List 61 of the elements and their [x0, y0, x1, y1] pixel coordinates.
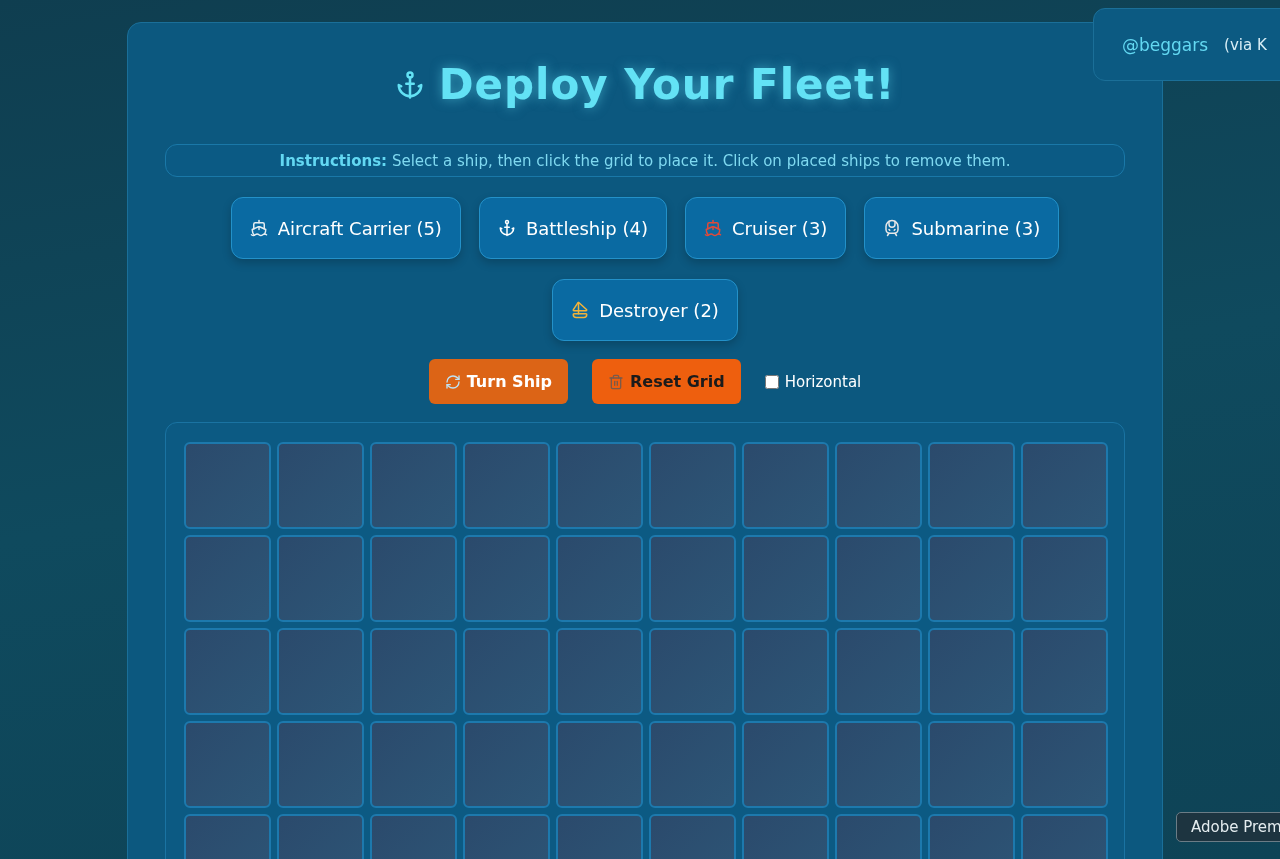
grid-cell[interactable] [928, 535, 1015, 622]
grid-cell[interactable] [742, 442, 829, 529]
grid-cell[interactable] [649, 721, 736, 808]
ship-button[interactable]: Submarine (3) [864, 197, 1060, 259]
grid-cell[interactable] [1021, 442, 1108, 529]
grid-cell[interactable] [742, 721, 829, 808]
grid-cell[interactable] [184, 721, 271, 808]
ship-button[interactable]: Cruiser (3) [684, 197, 847, 259]
grid-cell[interactable] [835, 721, 922, 808]
horizontal-checkbox[interactable] [764, 374, 779, 389]
grid-cell[interactable] [370, 535, 457, 622]
grid-cell[interactable] [556, 442, 643, 529]
via-text: (via K [1224, 35, 1267, 54]
grid-cell[interactable] [1021, 535, 1108, 622]
grid-cell[interactable] [184, 442, 271, 529]
grid-cell[interactable] [370, 628, 457, 715]
grid-cell[interactable] [649, 628, 736, 715]
turn-button[interactable]: Turn Ship [428, 359, 568, 404]
ship-icon [703, 219, 722, 237]
grid-cell[interactable] [463, 535, 550, 622]
grid-cell[interactable] [463, 721, 550, 808]
page-title: Deploy Your Fleet! [438, 60, 896, 109]
author-handle: @beggars [1122, 34, 1209, 55]
refresh-icon [444, 373, 461, 390]
grid-cell[interactable] [742, 628, 829, 715]
boat-icon [571, 301, 590, 319]
grid-cell[interactable] [277, 442, 364, 529]
grid-cell[interactable] [277, 535, 364, 622]
instructions-text: Instructions: Select a ship, then click the grid to place it. Click on placed ships to remove them. [279, 151, 1011, 170]
ship-button[interactable]: Battleship (4) [478, 197, 667, 259]
tooltip: Adobe Prem [1176, 812, 1280, 842]
grid-cell[interactable] [1021, 628, 1108, 715]
grid-cell[interactable] [928, 721, 1015, 808]
grid-cell[interactable] [184, 535, 271, 622]
ship-button[interactable]: Aircraft Carrier (5) [230, 197, 461, 259]
grid-cell[interactable] [370, 721, 457, 808]
grid-cell[interactable] [463, 442, 550, 529]
grid-cell[interactable] [556, 535, 643, 622]
grid-cell[interactable] [556, 628, 643, 715]
ship-icon [249, 219, 268, 237]
train-icon [883, 219, 902, 237]
grid-cell[interactable] [835, 442, 922, 529]
grid-cell[interactable] [742, 535, 829, 622]
grid-cell[interactable] [277, 721, 364, 808]
grid-cell[interactable] [835, 628, 922, 715]
grid-cell[interactable] [928, 442, 1015, 529]
grid-cell[interactable] [928, 628, 1015, 715]
trash-icon [607, 373, 624, 390]
ship-button[interactable]: Destroyer (2) [552, 279, 738, 341]
grid-cell[interactable] [1021, 721, 1108, 808]
grid-cell[interactable] [463, 628, 550, 715]
grid-cell[interactable] [184, 628, 271, 715]
checkbox-label: Horizontal [784, 372, 862, 391]
grid-cell[interactable] [649, 535, 736, 622]
grid-cell[interactable] [277, 628, 364, 715]
anchor-icon [497, 219, 516, 237]
grid-cell[interactable] [370, 442, 457, 529]
grid-cell[interactable] [835, 535, 922, 622]
grid-cell[interactable] [649, 442, 736, 529]
grid-cell[interactable] [556, 721, 643, 808]
reset-button[interactable]: Reset Grid [591, 359, 741, 404]
